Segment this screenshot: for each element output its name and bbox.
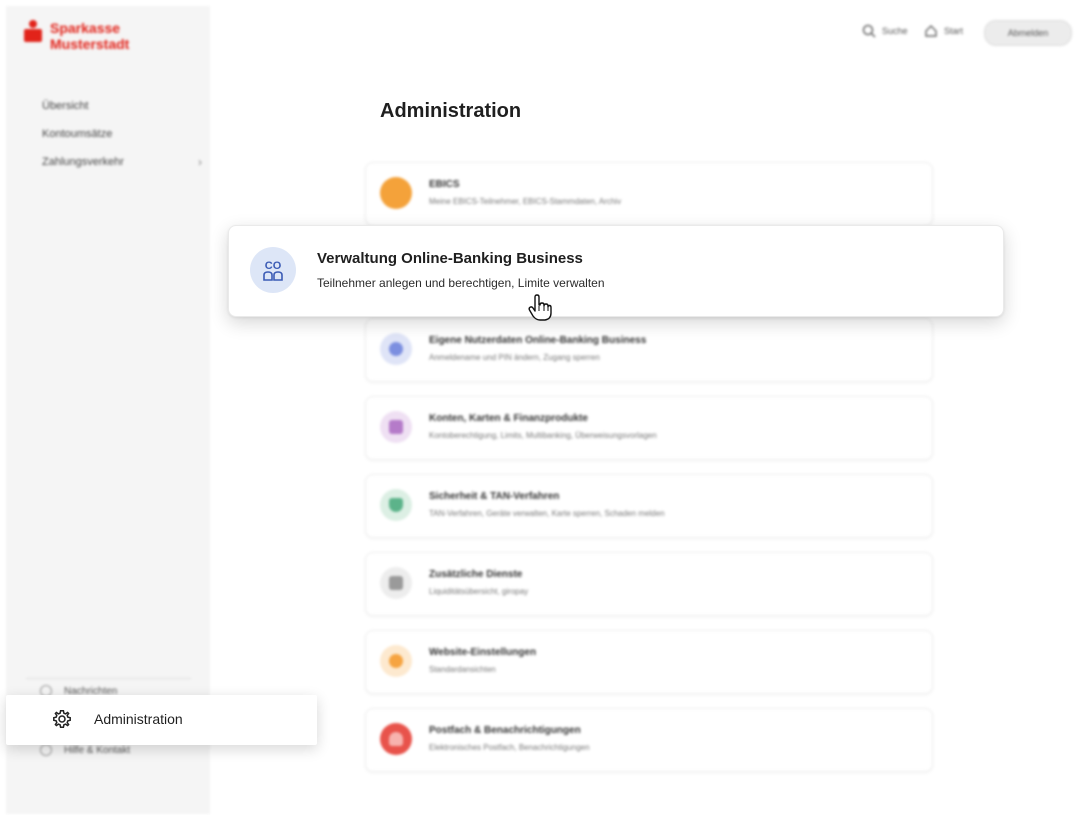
sidebar-item-help[interactable]: Hilfe & Kontakt bbox=[40, 744, 130, 756]
card-title: Konten, Karten & Finanzprodukte bbox=[429, 413, 588, 424]
card-website-settings[interactable]: Website-Einstellungen Standardansichten bbox=[365, 630, 933, 694]
sidebar-item-label: Administration bbox=[94, 711, 183, 727]
card-accounts-cards[interactable]: Konten, Karten & Finanzprodukte Kontober… bbox=[365, 396, 933, 460]
settings-dot-icon bbox=[380, 645, 412, 677]
card-title: Zusätzliche Dienste bbox=[429, 569, 523, 580]
card-subtitle: Elektronisches Postfach, Benachrichtigun… bbox=[429, 743, 590, 752]
card-additional-services[interactable]: Zusätzliche Dienste Liquiditätsübersicht… bbox=[365, 552, 933, 616]
card-title: Eigene Nutzerdaten Online-Banking Busine… bbox=[429, 335, 647, 346]
card-title: EBICS bbox=[429, 179, 460, 190]
globe-icon bbox=[380, 177, 412, 209]
card-mailbox-notifications[interactable]: Postfach & Benachrichtigungen Elektronis… bbox=[365, 708, 933, 772]
card-title: Verwaltung Online-Banking Business bbox=[317, 250, 583, 267]
sidebar: Sparkasse Musterstadt Übersicht Kontoums… bbox=[6, 6, 210, 814]
users-icon: CO bbox=[250, 247, 296, 293]
bell-icon bbox=[380, 723, 412, 755]
card-title: Postfach & Benachrichtigungen bbox=[429, 725, 581, 736]
sidebar-divider bbox=[26, 678, 191, 679]
chevron-right-icon: › bbox=[198, 155, 202, 169]
sidebar-item-administration[interactable]: Administration bbox=[6, 695, 317, 745]
search-label: Suche bbox=[882, 26, 908, 36]
sidebar-item-label: Kontoumsätze bbox=[42, 128, 113, 140]
search-icon bbox=[862, 24, 876, 38]
start-button[interactable]: Start bbox=[924, 24, 963, 38]
card-subtitle: Kontoberechtigung, Limits, Multibanking,… bbox=[429, 431, 657, 440]
code-icon bbox=[380, 567, 412, 599]
card-icon bbox=[380, 411, 412, 443]
brand-line2: Musterstadt bbox=[50, 36, 130, 52]
brand-logo[interactable]: Sparkasse Musterstadt bbox=[24, 20, 129, 52]
card-manage-online-banking-business[interactable]: CO Verwaltung Online-Banking Business Te… bbox=[228, 225, 1004, 317]
sidebar-nav: Übersicht Kontoumsätze Zahlungsverkehr › bbox=[42, 92, 202, 176]
sidebar-item-overview[interactable]: Übersicht bbox=[42, 92, 202, 120]
brand-line1: Sparkasse bbox=[50, 20, 121, 36]
svg-text:CO: CO bbox=[265, 260, 282, 272]
card-subtitle: TAN-Verfahren, Geräte verwalten, Karte s… bbox=[429, 509, 665, 518]
card-subtitle: Anmeldename und PIN ändern, Zugang sperr… bbox=[429, 353, 600, 362]
hand-cursor-icon bbox=[528, 294, 552, 321]
card-subtitle: Meine EBICS-Teilnehmer, EBICS-Stammdaten… bbox=[429, 197, 622, 206]
card-title: Sicherheit & TAN-Verfahren bbox=[429, 491, 560, 502]
sidebar-item-label: Übersicht bbox=[42, 100, 89, 112]
sidebar-item-transactions[interactable]: Kontoumsätze bbox=[42, 120, 202, 148]
page-title: Administration bbox=[380, 100, 522, 122]
card-title: Website-Einstellungen bbox=[429, 647, 537, 658]
sidebar-item-label: Hilfe & Kontakt bbox=[64, 744, 131, 756]
start-label: Start bbox=[944, 26, 964, 36]
card-ebics[interactable]: EBICS Meine EBICS-Teilnehmer, EBICS-Stam… bbox=[365, 162, 933, 226]
card-own-user-data[interactable]: Eigene Nutzerdaten Online-Banking Busine… bbox=[365, 318, 933, 382]
card-subtitle: Standardansichten bbox=[429, 665, 496, 674]
user-icon bbox=[380, 333, 412, 365]
home-icon bbox=[925, 25, 937, 37]
card-subtitle: Liquiditätsübersicht, giropay bbox=[429, 587, 529, 596]
sparkasse-logo-icon bbox=[24, 20, 42, 42]
card-security-tan[interactable]: Sicherheit & TAN-Verfahren TAN-Verfahren… bbox=[365, 474, 933, 538]
logout-button[interactable]: Abmelden bbox=[984, 20, 1072, 46]
sidebar-item-payments[interactable]: Zahlungsverkehr › bbox=[42, 148, 202, 176]
shield-icon bbox=[380, 489, 412, 521]
gear-icon bbox=[53, 710, 71, 728]
logout-label: Abmelden bbox=[1007, 28, 1049, 38]
chat-icon bbox=[40, 744, 52, 756]
search-button[interactable]: Suche bbox=[862, 24, 908, 38]
sidebar-item-label: Zahlungsverkehr bbox=[42, 156, 124, 168]
card-subtitle: Teilnehmer anlegen und berechtigen, Limi… bbox=[317, 276, 605, 290]
